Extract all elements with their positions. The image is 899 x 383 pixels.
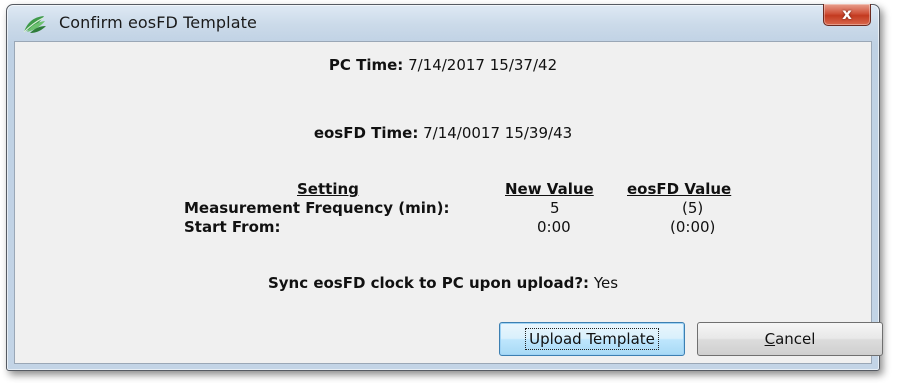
header-eosfd-value: eosFD Value	[627, 180, 732, 198]
pc-time-row: PC Time: 7/14/2017 15/37/42	[15, 56, 871, 74]
setting-label-measurement-frequency: Measurement Frequency (min):	[184, 199, 450, 217]
upload-template-label: Upload Template	[525, 328, 659, 350]
close-icon: x	[842, 5, 852, 23]
cancel-mnemonic: C	[764, 330, 776, 348]
eosfd-value-measurement-frequency: (5)	[682, 199, 704, 217]
new-value-start-from: 0:00	[537, 218, 571, 236]
header-new-value: New Value	[505, 180, 594, 198]
eosfd-value-start-from: (0:00)	[670, 218, 716, 236]
sync-label: Sync eosFD clock to PC upon upload?:	[267, 274, 590, 292]
sync-value: Yes	[593, 274, 619, 292]
upload-template-button[interactable]: Upload Template	[499, 322, 685, 356]
eosfd-time-label: eosFD Time:	[313, 124, 419, 142]
cancel-button[interactable]: Cancel	[697, 322, 883, 356]
header-setting: Setting	[297, 180, 359, 198]
title-bar[interactable]: Confirm eosFD Template x	[7, 4, 879, 41]
sync-row: Sync eosFD clock to PC upon upload?: Yes	[15, 274, 871, 292]
new-value-measurement-frequency: 5	[550, 199, 560, 217]
pc-time-label: PC Time:	[328, 56, 404, 74]
close-button[interactable]: x	[823, 4, 871, 26]
setting-label-start-from: Start From:	[184, 218, 281, 236]
cancel-label: ancel	[775, 330, 816, 348]
leaf-logo-icon	[21, 13, 47, 35]
eosfd-time-row: eosFD Time: 7/14/0017 15/39/43	[15, 124, 871, 142]
window-title: Confirm eosFD Template	[59, 13, 257, 32]
dialog-window: Confirm eosFD Template x PC Time: 7/14/2…	[6, 4, 883, 371]
pc-time-value: 7/14/2017 15/37/42	[408, 56, 558, 74]
dialog-content: PC Time: 7/14/2017 15/37/42 eosFD Time: …	[14, 41, 883, 364]
eosfd-time-value: 7/14/0017 15/39/43	[423, 124, 573, 142]
